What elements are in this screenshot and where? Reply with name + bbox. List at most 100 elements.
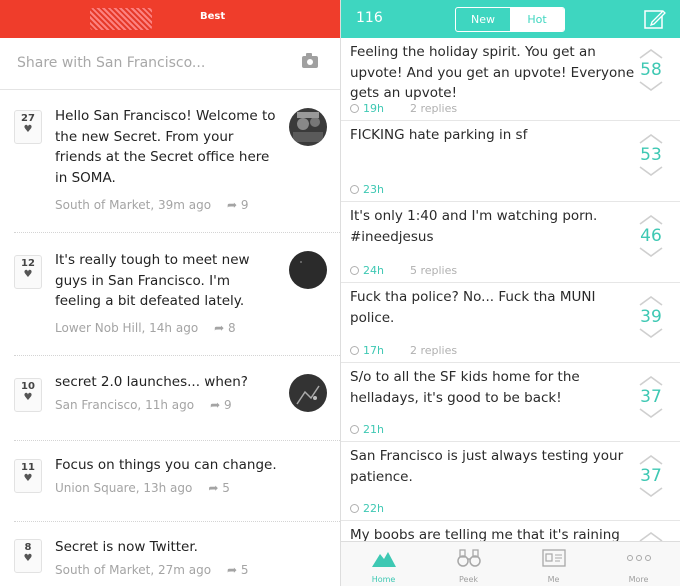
tab-more-label: More — [628, 575, 649, 584]
post-time: 22h — [363, 502, 384, 515]
feed-post[interactable]: 10 ♥ secret 2.0 launches... when? San Fr… — [0, 356, 340, 440]
post-meta: 22h — [350, 502, 384, 515]
camera-icon[interactable] — [302, 53, 318, 68]
post-time: 17h — [363, 344, 384, 357]
id-card-icon — [541, 549, 566, 567]
upvote-icon[interactable] — [638, 214, 664, 226]
feed-post[interactable]: S/o to all the SF kids home for the hell… — [341, 363, 680, 442]
feed-post[interactable]: Fuck tha police? No... Fuck tha MUNI pol… — [341, 283, 680, 363]
feed-post[interactable]: It's only 1:40 and I'm watching porn. #i… — [341, 202, 680, 283]
share-count: 9 — [240, 198, 249, 212]
binoculars-icon — [456, 549, 481, 567]
feed-post[interactable]: 12 ♥ It's really tough to meet new guys … — [0, 233, 340, 355]
like-counter[interactable]: 11 ♥ — [14, 459, 42, 493]
post-location: San Francisco, 11h ago — [55, 398, 195, 412]
tab-home[interactable]: Home — [341, 542, 426, 586]
vote-control: 37 — [638, 375, 664, 419]
post-meta: Lower Nob Hill, 14h ago ➦ 8 — [55, 321, 236, 335]
post-text: Secret is now Twitter. — [55, 539, 198, 555]
post-time: 23h — [363, 183, 384, 196]
upvote-icon[interactable] — [638, 295, 664, 307]
vote-score: 37 — [640, 466, 662, 486]
share-bar[interactable]: Share with San Francisco... — [0, 38, 340, 90]
heart-icon: ♥ — [23, 269, 33, 280]
reply-count[interactable]: 2 replies — [410, 344, 457, 357]
share-icon[interactable]: ➦ — [214, 321, 228, 335]
clock-icon — [350, 425, 359, 434]
downvote-icon[interactable] — [638, 165, 664, 177]
reply-count[interactable]: 2 replies — [410, 102, 457, 115]
post-meta: 21h — [350, 423, 384, 436]
share-count: 9 — [223, 398, 232, 412]
tab-more[interactable]: More — [596, 542, 680, 586]
like-count: 12 — [21, 258, 35, 269]
post-time: 24h — [363, 264, 384, 277]
like-counter[interactable]: 27 ♥ — [14, 110, 42, 144]
feed-post[interactable]: San Francisco is just always testing you… — [341, 442, 680, 521]
vote-score: 46 — [640, 226, 662, 246]
vote-control: 53 — [638, 133, 664, 177]
feed-post[interactable]: 11 ♥ Focus on things you can change. Uni… — [0, 441, 340, 521]
vote-control: 37 — [638, 454, 664, 498]
like-counter[interactable]: 10 ♥ — [14, 378, 42, 412]
clock-icon — [350, 266, 359, 275]
post-count: 116 — [356, 10, 383, 26]
like-count: 11 — [21, 462, 35, 473]
heart-icon: ♥ — [23, 392, 33, 403]
clock-icon — [350, 504, 359, 513]
tab-new[interactable]: New — [456, 8, 510, 31]
post-text: It's only 1:40 and I'm watching porn. #i… — [350, 208, 598, 245]
post-location: Union Square, 13h ago — [55, 481, 193, 495]
vote-control: 39 — [638, 295, 664, 339]
tab-peek-label: Peek — [458, 575, 478, 584]
downvote-icon[interactable] — [638, 486, 664, 498]
tab-me-label: Me — [547, 575, 560, 584]
share-icon[interactable]: ➦ — [227, 198, 241, 212]
downvote-icon[interactable] — [638, 327, 664, 339]
feed-post[interactable]: 8 ♥ Secret is now Twitter. South of Mark… — [0, 522, 340, 586]
like-counter[interactable]: 8 ♥ — [14, 539, 42, 573]
downvote-icon[interactable] — [638, 80, 664, 92]
tab-peek[interactable]: Peek — [426, 542, 511, 586]
like-counter[interactable]: 12 ♥ — [14, 255, 42, 289]
post-text: Hello San Francisco! Welcome to the new … — [55, 108, 276, 186]
share-count: 5 — [222, 481, 230, 495]
feed-post[interactable]: FICKING hate parking in sf 23h 53 — [341, 121, 680, 202]
tab-bar: Home Peek Me More — [341, 541, 680, 586]
more-dots-icon — [626, 555, 651, 561]
vote-control: 46 — [638, 214, 664, 258]
tab-hot[interactable]: Hot — [510, 8, 564, 31]
vote-control: 58 — [638, 48, 664, 92]
feed-post[interactable]: 27 ♥ Hello San Francisco! Welcome to the… — [0, 92, 340, 232]
downvote-icon[interactable] — [638, 246, 664, 258]
post-location: Lower Nob Hill, 14h ago — [55, 321, 199, 335]
post-avatar — [289, 374, 327, 412]
compose-icon[interactable] — [644, 8, 666, 30]
reply-count[interactable]: 5 replies — [410, 264, 457, 277]
downvote-icon[interactable] — [638, 407, 664, 419]
post-meta: 23h — [350, 183, 384, 196]
share-icon[interactable]: ➦ — [208, 481, 222, 495]
share-input[interactable]: Share with San Francisco... — [17, 55, 205, 71]
post-text: San Francisco is just always testing you… — [350, 448, 624, 485]
like-count: 27 — [21, 113, 35, 124]
post-meta: 17h 2 replies — [350, 344, 457, 357]
feed-post[interactable]: Feeling the holiday spirit. You get an u… — [341, 38, 680, 121]
post-time: 21h — [363, 423, 384, 436]
upvote-icon[interactable] — [638, 375, 664, 387]
post-avatar — [289, 108, 327, 146]
upvote-icon[interactable] — [638, 133, 664, 145]
best-label[interactable]: Best — [200, 11, 225, 22]
heart-icon: ♥ — [23, 553, 33, 564]
post-meta: 24h 5 replies — [350, 264, 457, 277]
share-icon[interactable]: ➦ — [227, 563, 241, 577]
share-icon[interactable]: ➦ — [210, 398, 224, 412]
right-header: 116 New Hot — [341, 0, 680, 38]
post-meta: 19h 2 replies — [350, 102, 457, 115]
post-meta: Union Square, 13h ago ➦ 5 — [55, 481, 230, 495]
tab-me[interactable]: Me — [511, 542, 596, 586]
upvote-icon[interactable] — [638, 48, 664, 60]
post-meta: San Francisco, 11h ago ➦ 9 — [55, 398, 232, 412]
upvote-icon[interactable] — [638, 454, 664, 466]
vote-score: 53 — [640, 145, 662, 165]
